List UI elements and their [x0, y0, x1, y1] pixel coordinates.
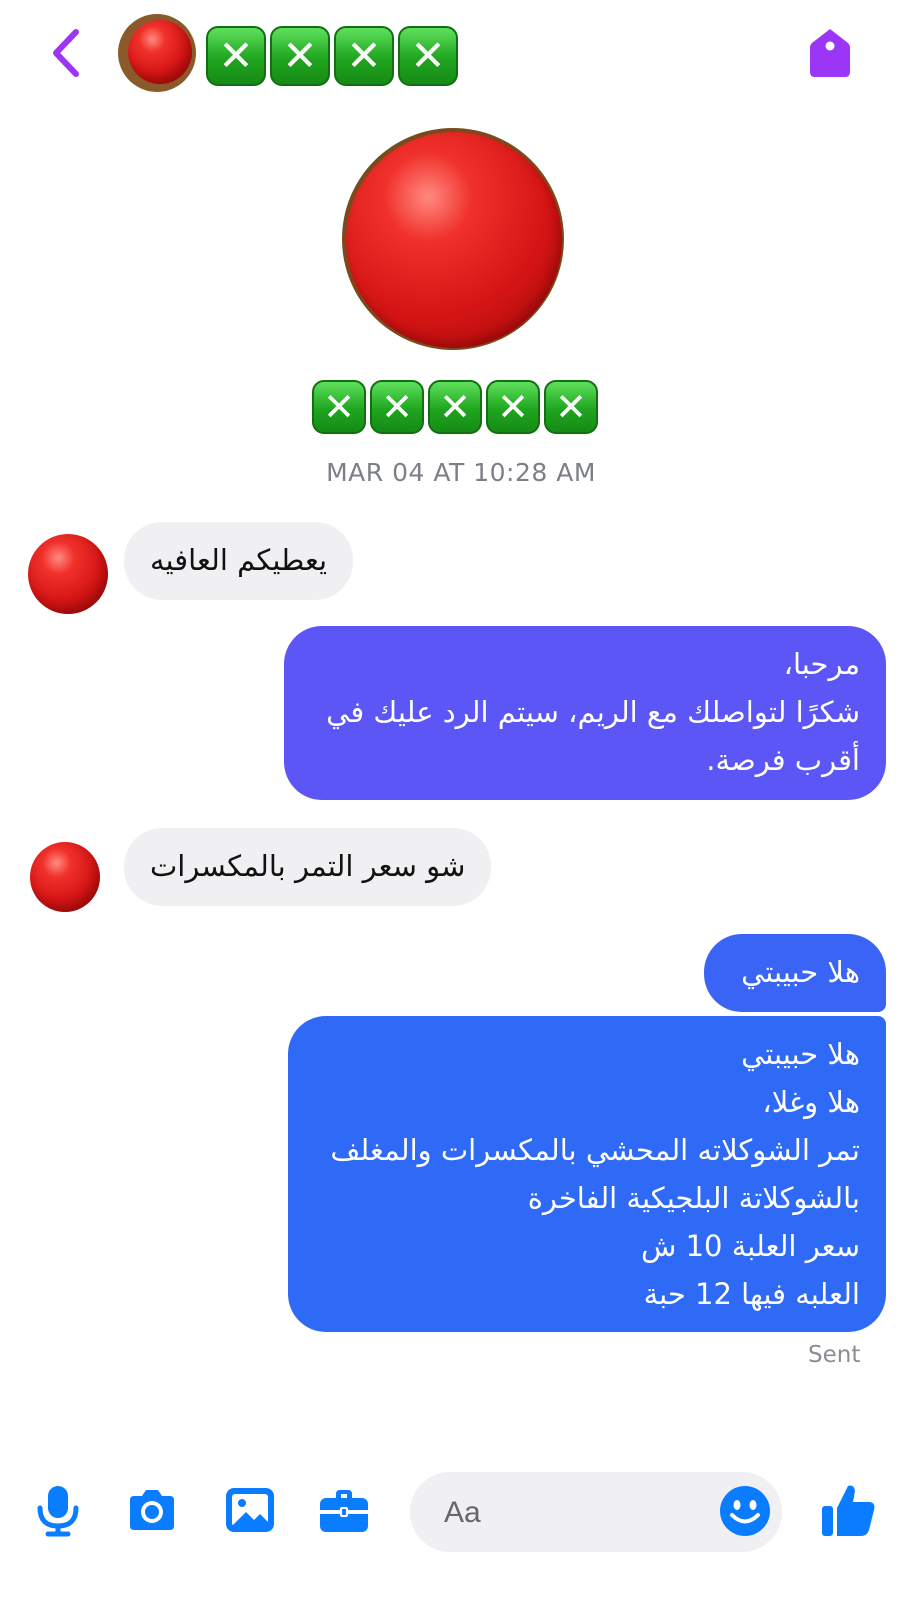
cross-mark-button-emoji: ✕ [428, 380, 482, 434]
header-contact-name[interactable]: ✕ ✕ ✕ ✕ [206, 26, 458, 86]
message-text: أقرب فرصة. [706, 743, 860, 777]
thumbs-up-icon[interactable] [818, 1480, 878, 1540]
tag-icon[interactable] [808, 26, 852, 80]
message-text: هلا حبيبتي [741, 955, 860, 989]
delivery-status: Sent [808, 1342, 861, 1368]
message-text: شو سعر التمر بالمكسرات [150, 849, 466, 883]
cross-mark-button-emoji: ✕ [370, 380, 424, 434]
back-chevron-icon[interactable] [44, 26, 90, 80]
message-bubble-incoming[interactable]: شو سعر التمر بالمكسرات [124, 828, 492, 906]
cross-mark-button-emoji: ✕ [206, 26, 266, 86]
cross-mark-button-emoji: ✕ [544, 380, 598, 434]
conversation-timestamp: MAR 04 AT 10:28 AM [326, 458, 596, 487]
profile-name: ✕ ✕ ✕ ✕ ✕ [312, 380, 598, 434]
profile-avatar[interactable] [342, 128, 564, 350]
smiley-icon[interactable] [718, 1484, 772, 1538]
briefcase-icon[interactable] [316, 1482, 372, 1538]
cross-mark-button-emoji: ✕ [486, 380, 540, 434]
cross-mark-button-emoji: ✕ [312, 380, 366, 434]
message-bubble-outgoing[interactable]: هلا حبيبتي هلا وغلا، تمر الشوكلاته المحش… [288, 1016, 886, 1332]
message-text: شكرًا لتواصلك مع الريم، سيتم الرد عليك ف… [326, 695, 860, 729]
message-text: هلا وغلا، [762, 1085, 860, 1119]
red-circle-emoji-icon [128, 20, 192, 84]
message-text: بالشوكلاتة البلجيكية الفاخرة [527, 1181, 860, 1215]
message-bubble-incoming[interactable]: يعطيكم العافيه [124, 522, 354, 600]
message-text: يعطيكم العافيه [150, 543, 328, 577]
contact-avatar[interactable] [28, 534, 108, 614]
message-text: سعر العلبة 10 ش [640, 1229, 860, 1263]
message-composer[interactable] [410, 1472, 782, 1552]
message-text: مرحبا، [783, 647, 860, 681]
red-circle-emoji-icon [346, 132, 562, 348]
message-text: تمر الشوكلاته المحشي بالمكسرات والمغلف [330, 1133, 860, 1167]
contact-avatar[interactable] [30, 842, 100, 912]
cross-mark-button-emoji: ✕ [398, 26, 458, 86]
message-text: العلبه فيها 12 حبة [643, 1277, 860, 1311]
image-icon[interactable] [222, 1482, 278, 1538]
message-text: هلا حبيبتي [741, 1037, 860, 1071]
message-input[interactable] [442, 1488, 706, 1538]
cross-mark-button-emoji: ✕ [270, 26, 330, 86]
message-bubble-outgoing[interactable]: هلا حبيبتي [704, 934, 886, 1012]
microphone-icon[interactable] [30, 1482, 86, 1538]
header-avatar[interactable] [118, 14, 196, 92]
message-bubble-outgoing[interactable]: مرحبا، شكرًا لتواصلك مع الريم، سيتم الرد… [284, 626, 886, 800]
camera-icon[interactable] [124, 1482, 180, 1538]
cross-mark-button-emoji: ✕ [334, 26, 394, 86]
